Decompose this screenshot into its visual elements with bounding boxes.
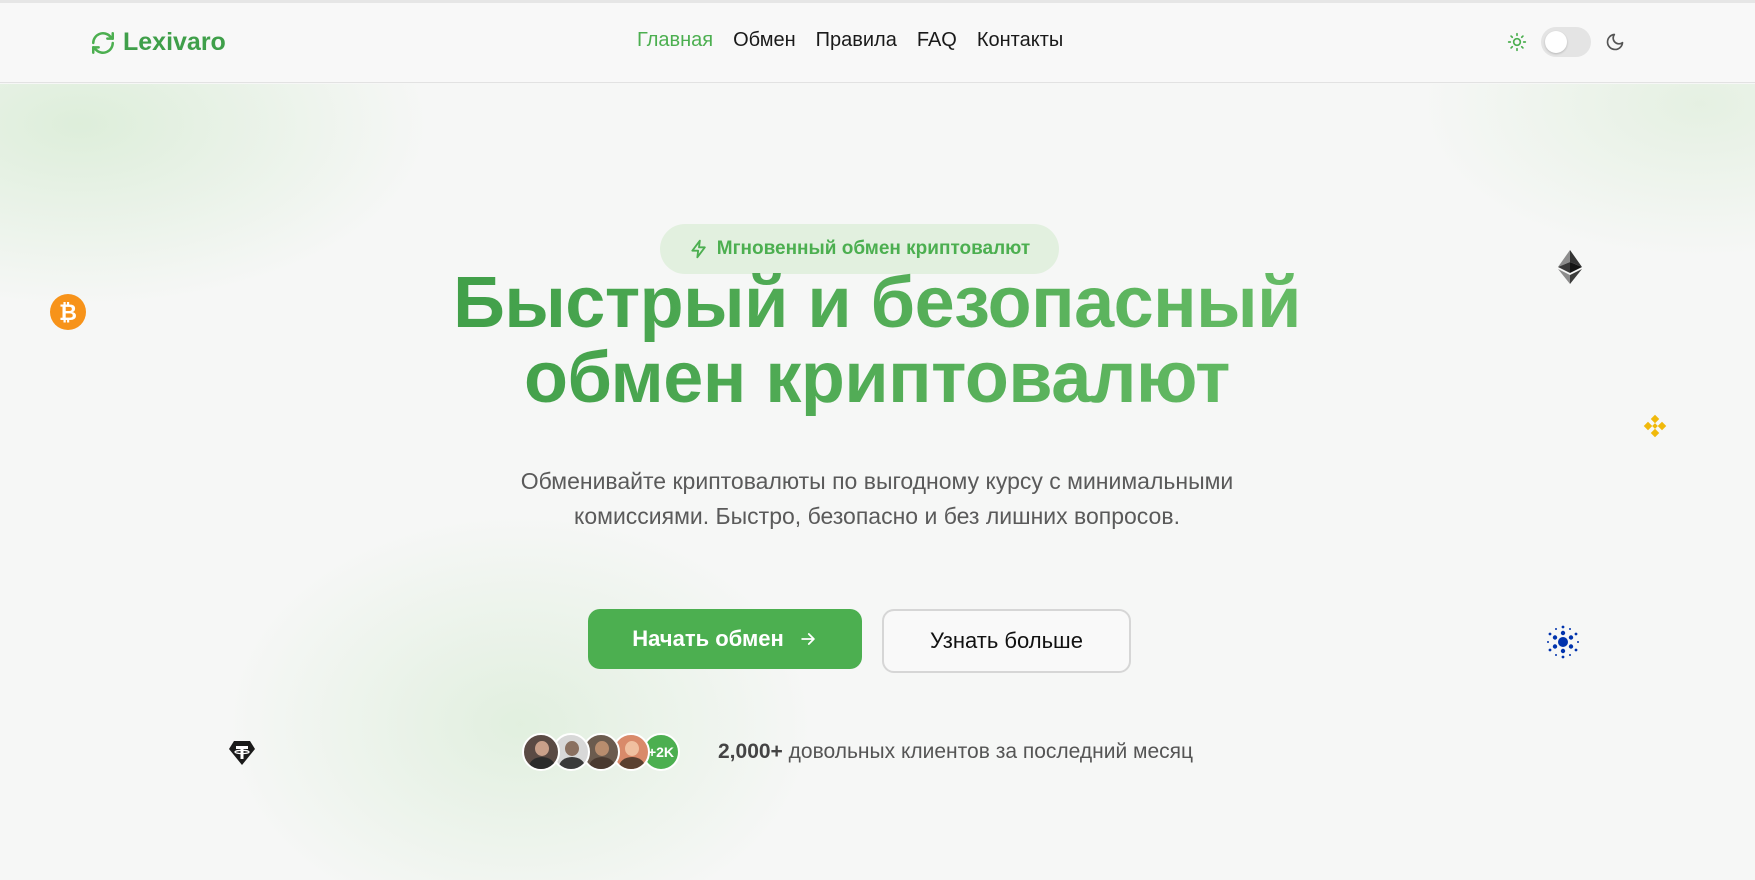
site-header: Lexivaro Главная Обмен Правила FAQ Конта… xyxy=(0,3,1755,83)
hero-title: Быстрый и безопасный обмен криптовалют xyxy=(277,266,1477,416)
social-proof-text: 2,000+ довольных клиентов за последний м… xyxy=(718,740,1193,764)
refresh-icon xyxy=(92,31,114,54)
brand-name: Lexivaro xyxy=(123,28,226,56)
client-count-caption: довольных клиентов за последний месяц xyxy=(788,740,1194,763)
svg-text:₿: ₿ xyxy=(59,301,77,326)
brand-logo[interactable]: Lexivaro xyxy=(90,28,226,57)
hero-subtitle: Обменивайте криптовалюты по выгодному ку… xyxy=(520,468,1234,529)
tether-icon xyxy=(229,741,255,765)
hero-section: Мгновенный обмен криптовалют Быстрый и б… xyxy=(0,84,1755,880)
moon-icon xyxy=(1606,33,1624,51)
nav-link-faq[interactable]: FAQ xyxy=(917,29,957,52)
ethereum-icon xyxy=(1558,250,1582,284)
avatar xyxy=(522,733,560,771)
lightning-icon xyxy=(691,239,706,259)
theme-toggle[interactable] xyxy=(1541,27,1591,57)
bitcoin-icon: ₿ xyxy=(50,294,86,330)
learn-more-button[interactable]: Узнать больше xyxy=(882,609,1131,673)
binance-icon xyxy=(1643,414,1667,438)
nav-link-home[interactable]: Главная xyxy=(637,29,713,52)
arrow-right-icon xyxy=(801,633,815,645)
start-exchange-button[interactable]: Начать обмен xyxy=(588,609,862,669)
main-nav: Главная Обмен Правила FAQ Контакты xyxy=(637,29,1063,52)
cardano-icon xyxy=(1547,625,1579,659)
learn-more-label: Узнать больше xyxy=(930,628,1083,653)
nav-link-rules[interactable]: Правила xyxy=(816,29,897,52)
badge-text: Мгновенный обмен криптовалют xyxy=(716,238,1031,259)
hero-title-line1: Быстрый и безопасный xyxy=(453,263,1301,343)
start-exchange-label: Начать обмен xyxy=(632,626,784,651)
hero-title-line2: обмен криптовалют xyxy=(524,338,1230,418)
toggle-knob xyxy=(1545,31,1567,53)
nav-link-contacts[interactable]: Контакты xyxy=(977,29,1063,52)
nav-link-exchange[interactable]: Обмен xyxy=(733,29,796,52)
sun-icon xyxy=(1507,32,1527,52)
social-proof: +2K 2,000+ довольных клиентов за последн… xyxy=(522,733,1193,771)
theme-switcher xyxy=(1507,27,1625,57)
client-count: 2,000+ xyxy=(718,740,783,763)
